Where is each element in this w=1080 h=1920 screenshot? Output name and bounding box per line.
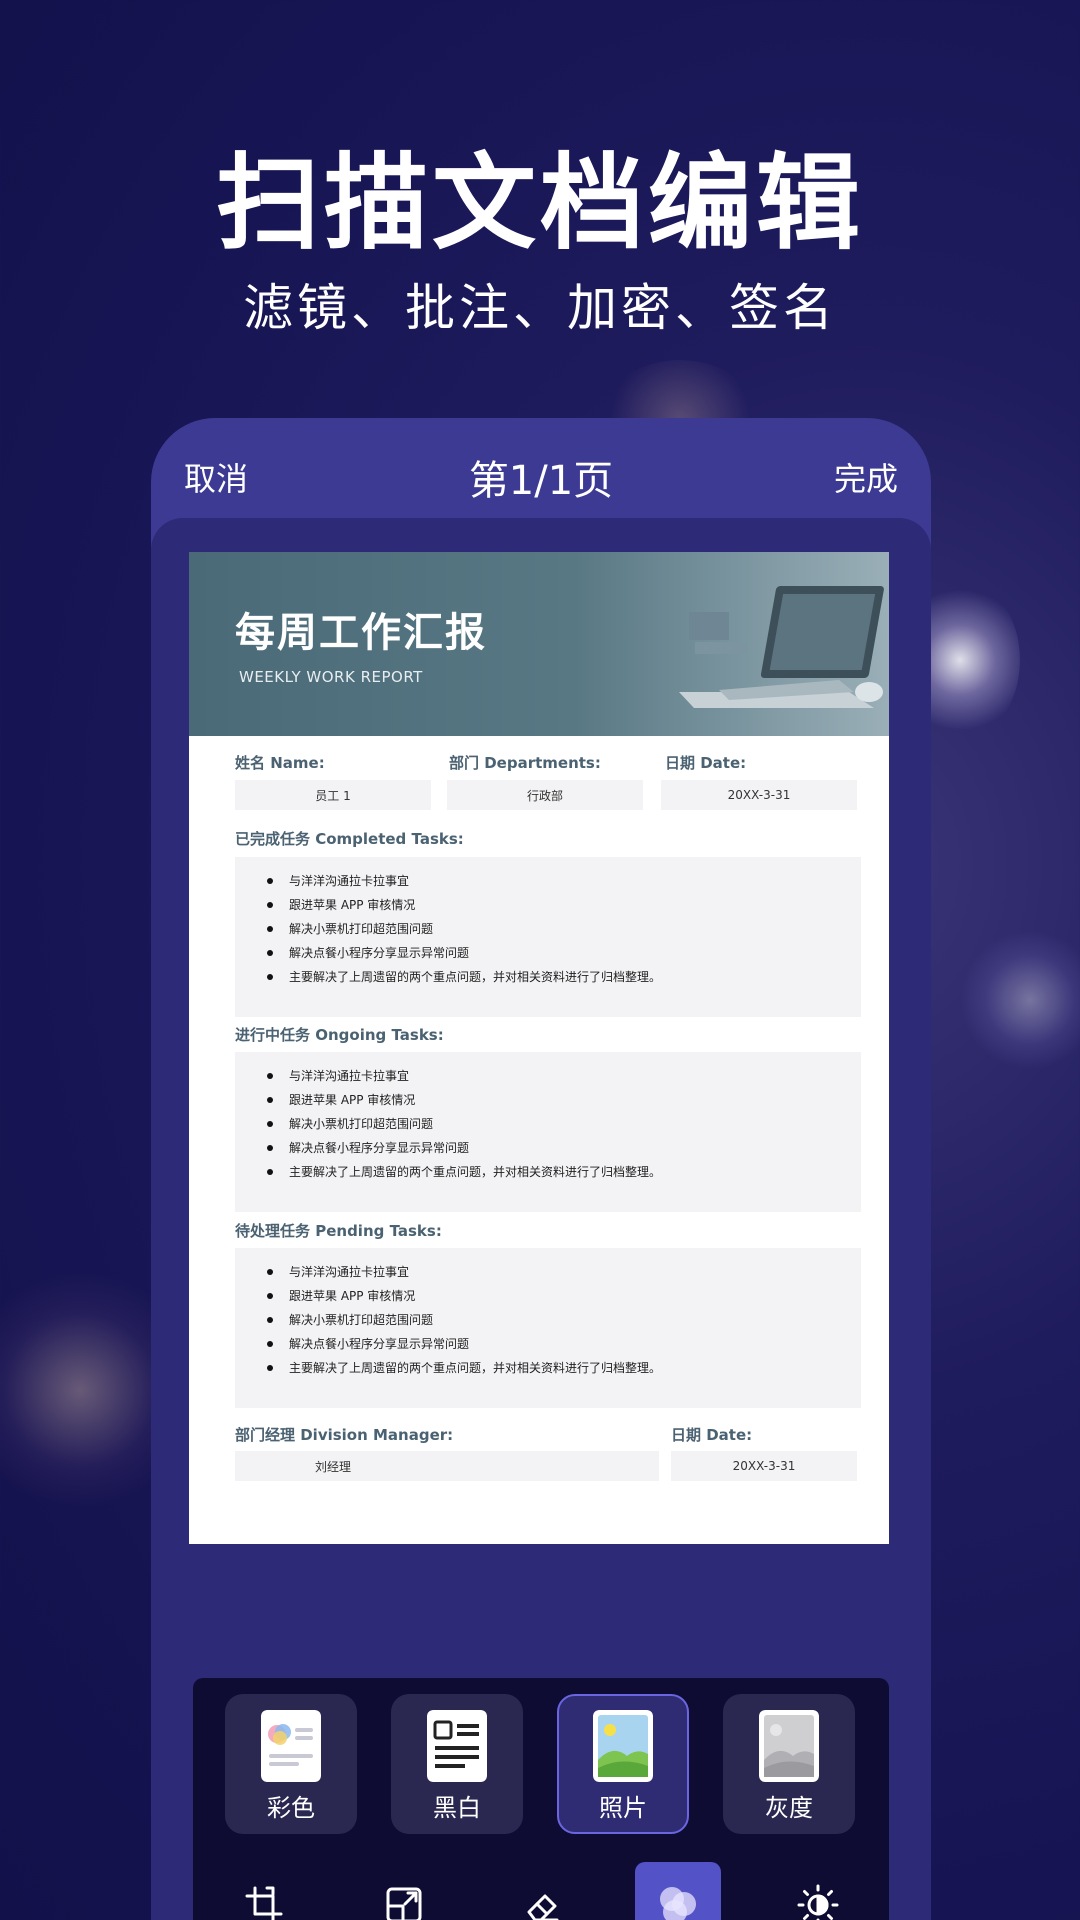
- filter-button[interactable]: [635, 1862, 721, 1920]
- scanned-document[interactable]: 每周工作汇报 WEEKLY WORK REPORT 姓名 Name: 部门 De…: [189, 552, 889, 1544]
- filter-toolbar: 彩色 黑白 照片 灰度: [193, 1678, 889, 1920]
- bw-doc-icon: [427, 1710, 487, 1782]
- pending-tasks-title: 待处理任务 Pending Tasks:: [235, 1222, 442, 1240]
- ongoing-tasks-box: 与洋洋沟通拉卡拉事宜 跟进苹果 APP 审核情况 解决小票机打印超范围问题 解决…: [235, 1052, 861, 1212]
- department-label: 部门 Departments:: [449, 754, 601, 772]
- manager-label: 部门经理 Division Manager:: [235, 1426, 454, 1444]
- ongoing-tasks-title: 进行中任务 Ongoing Tasks:: [235, 1026, 444, 1044]
- document-subtitle: WEEKLY WORK REPORT: [239, 668, 423, 686]
- filter-label: 照片: [599, 1794, 647, 1822]
- list-item: 解决小票机打印超范围问题: [235, 917, 861, 941]
- grayscale-icon: [759, 1710, 819, 1782]
- pending-tasks-box: 与洋洋沟通拉卡拉事宜 跟进苹果 APP 审核情况 解决小票机打印超范围问题 解决…: [235, 1248, 861, 1408]
- completed-tasks-box: 与洋洋沟通拉卡拉事宜 跟进苹果 APP 审核情况 解决小票机打印超范围问题 解决…: [235, 857, 861, 1017]
- eraser-button[interactable]: [499, 1862, 585, 1920]
- editor-workspace: 每周工作汇报 WEEKLY WORK REPORT 姓名 Name: 部门 De…: [151, 518, 931, 1920]
- list-item: 与洋洋沟通拉卡拉事宜: [235, 1260, 861, 1284]
- list-item: 跟进苹果 APP 审核情况: [235, 1284, 861, 1308]
- filter-color-button[interactable]: 彩色: [225, 1694, 357, 1834]
- brightness-icon: [797, 1884, 839, 1920]
- photo-icon: [593, 1710, 653, 1782]
- list-item: 跟进苹果 APP 审核情况: [235, 893, 861, 917]
- manager-date-value: 20XX-3-31: [671, 1451, 857, 1481]
- date-value: 20XX-3-31: [661, 780, 857, 810]
- document-title: 每周工作汇报: [235, 610, 487, 656]
- color-doc-icon: [261, 1710, 321, 1782]
- list-item: 主要解决了上周遗留的两个重点问题，并对相关资料进行了归档整理。: [235, 1356, 861, 1380]
- list-item: 主要解决了上周遗留的两个重点问题，并对相关资料进行了归档整理。: [235, 965, 861, 989]
- crop-button[interactable]: [221, 1862, 307, 1920]
- list-item: 解决小票机打印超范围问题: [235, 1308, 861, 1332]
- list-item: 与洋洋沟通拉卡拉事宜: [235, 869, 861, 893]
- resize-button[interactable]: [361, 1862, 447, 1920]
- crop-icon: [245, 1886, 283, 1920]
- date-label: 日期 Date:: [665, 754, 747, 772]
- background-glow: [960, 930, 1080, 1070]
- list-item: 解决点餐小程序分享显示异常问题: [235, 941, 861, 965]
- list-item: 跟进苹果 APP 审核情况: [235, 1088, 861, 1112]
- brightness-button[interactable]: [775, 1862, 861, 1920]
- filter-label: 黑白: [433, 1794, 481, 1822]
- done-button[interactable]: 完成: [834, 454, 898, 500]
- filter-grayscale-button[interactable]: 灰度: [723, 1694, 855, 1834]
- filter-bw-button[interactable]: 黑白: [391, 1694, 523, 1834]
- phone-mockup: 取消 第1/1页 完成 每周工作汇报 WEEKLY WORK REPORT 姓名…: [151, 418, 931, 1920]
- document-banner: 每周工作汇报 WEEKLY WORK REPORT: [189, 552, 889, 736]
- completed-tasks-title: 已完成任务 Completed Tasks:: [235, 830, 464, 848]
- page-indicator: 第1/1页: [468, 458, 614, 504]
- list-item: 解决点餐小程序分享显示异常问题: [235, 1136, 861, 1160]
- name-label: 姓名 Name:: [235, 754, 325, 772]
- hero-title: 扫描文档编辑: [215, 142, 864, 264]
- filter-icon: [660, 1887, 696, 1920]
- manager-date-label: 日期 Date:: [671, 1426, 753, 1444]
- list-item: 与洋洋沟通拉卡拉事宜: [235, 1064, 861, 1088]
- filter-label: 彩色: [267, 1794, 315, 1822]
- list-item: 解决小票机打印超范围问题: [235, 1112, 861, 1136]
- name-value: 员工 1: [235, 780, 431, 810]
- list-item: 解决点餐小程序分享显示异常问题: [235, 1332, 861, 1356]
- department-value: 行政部: [447, 780, 643, 810]
- resize-icon: [386, 1887, 422, 1920]
- manager-value: 刘经理: [235, 1451, 659, 1481]
- hero-subtitle: 滤镜、批注、加密、签名: [243, 279, 837, 337]
- eraser-icon: [527, 1894, 559, 1920]
- filter-photo-button[interactable]: 照片: [557, 1694, 689, 1834]
- filter-label: 灰度: [765, 1794, 813, 1822]
- laptop-illustration: [679, 586, 884, 708]
- list-item: 主要解决了上周遗留的两个重点问题，并对相关资料进行了归档整理。: [235, 1160, 861, 1184]
- editor-header: 取消 第1/1页 完成: [151, 418, 931, 518]
